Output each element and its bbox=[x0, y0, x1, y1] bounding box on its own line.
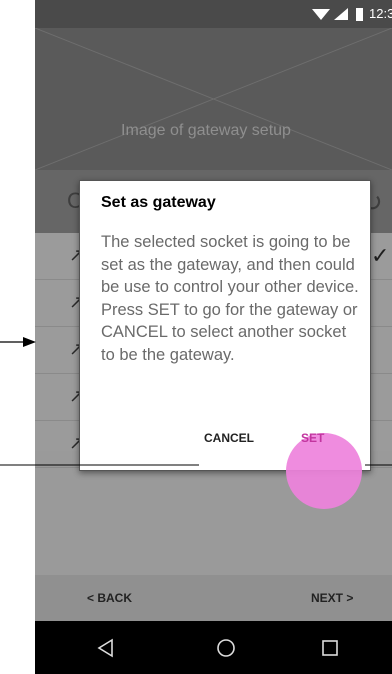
battery-icon bbox=[356, 8, 363, 21]
status-icons bbox=[312, 8, 363, 21]
recents-nav-icon[interactable] bbox=[319, 637, 341, 659]
wifi-icon bbox=[312, 9, 330, 20]
bottom-nav: < BACK NEXT > bbox=[35, 575, 392, 621]
system-nav-bar bbox=[35, 621, 392, 674]
home-nav-icon[interactable] bbox=[215, 637, 237, 659]
cancel-button[interactable]: CANCEL bbox=[204, 431, 254, 445]
placeholder-cross bbox=[35, 28, 392, 170]
cancel-annotation-line bbox=[0, 464, 199, 466]
status-bar: 12:3 bbox=[35, 0, 392, 28]
set-gateway-dialog: Set as gateway The selected socket is go… bbox=[79, 180, 371, 509]
back-nav-icon[interactable] bbox=[95, 637, 117, 659]
set-annotation-line bbox=[365, 464, 392, 466]
annotation-arrow bbox=[0, 337, 36, 347]
next-button[interactable]: NEXT > bbox=[311, 591, 353, 605]
set-button[interactable]: SET bbox=[301, 431, 324, 445]
status-time: 12:3 bbox=[369, 6, 392, 21]
signal-icon bbox=[334, 8, 348, 20]
hero-caption: Image of gateway setup bbox=[121, 122, 291, 139]
dialog-title: Set as gateway bbox=[101, 194, 216, 211]
gateway-image-placeholder: Image of gateway setup bbox=[35, 28, 392, 170]
back-button[interactable]: < BACK bbox=[87, 591, 132, 605]
check-icon: ✓ bbox=[371, 243, 390, 268]
dialog-message: The selected socket is going to be set a… bbox=[101, 233, 359, 364]
